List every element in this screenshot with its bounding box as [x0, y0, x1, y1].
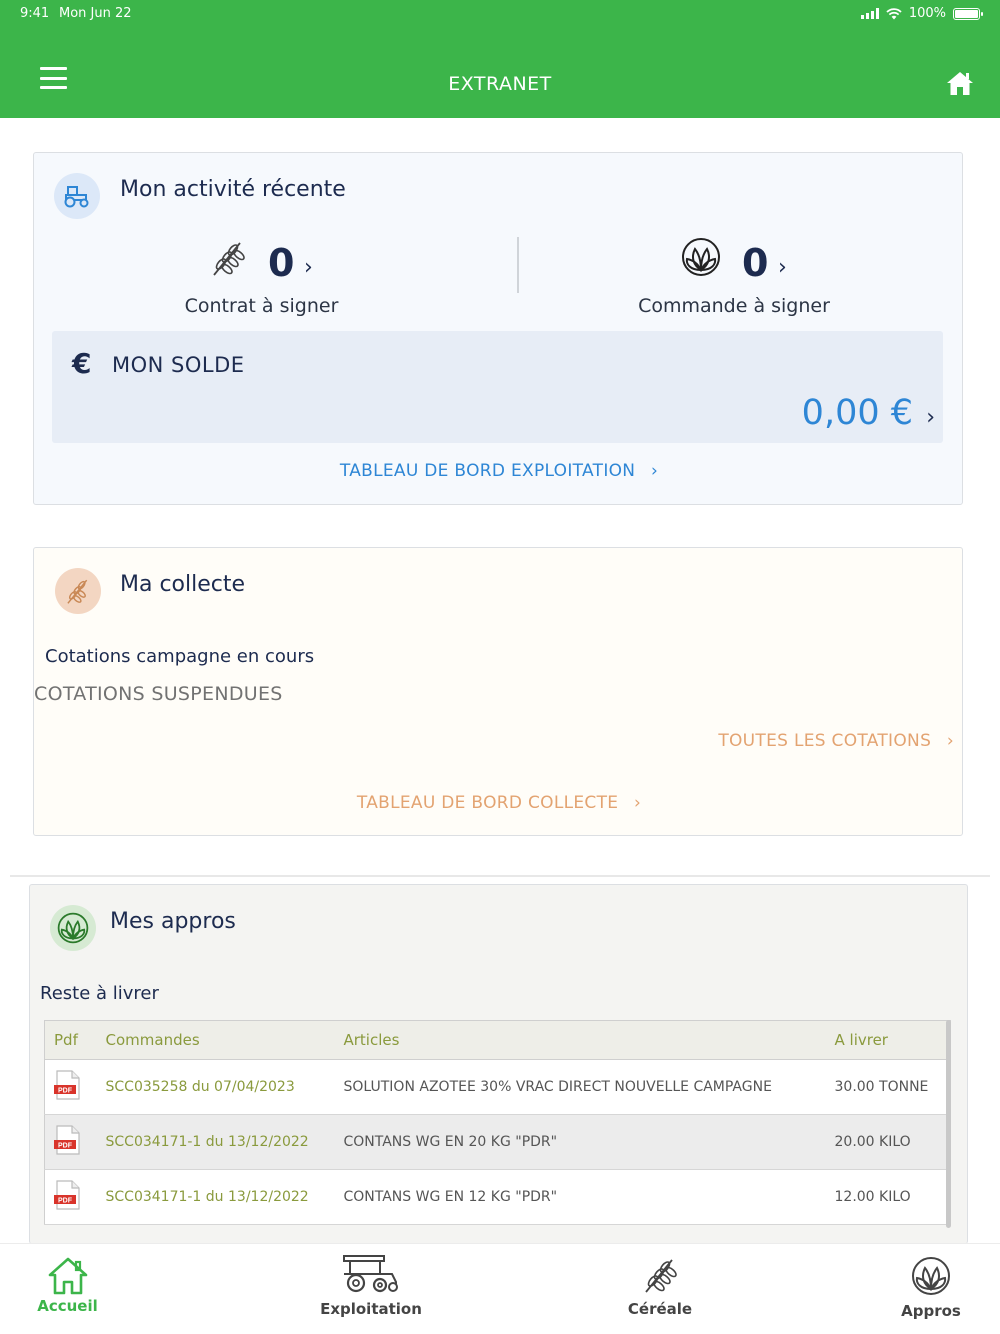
leaf-circle-icon	[912, 1257, 950, 1295]
column-header-articles: Articles	[334, 1020, 826, 1060]
chevron-right-icon: ›	[304, 255, 313, 280]
menu-icon	[40, 67, 67, 70]
chevron-right-icon: ›	[946, 731, 954, 751]
contract-count: 0	[268, 241, 295, 285]
activity-title: Mon activité récente	[120, 177, 346, 202]
table-row[interactable]: PDF SCC034171-1 du 13/12/2022 CONTANS WG…	[44, 1169, 951, 1225]
tractor-badge	[54, 173, 100, 219]
section-divider	[10, 875, 990, 877]
wheat-icon	[645, 1259, 677, 1293]
dashboard-collecte-link[interactable]: TABLEAU DE BORD COLLECTE ›	[34, 793, 964, 813]
svg-text:PDF: PDF	[58, 1143, 73, 1150]
bottom-nav: Accueil Exploitation Céréale Appros	[0, 1243, 1000, 1334]
order-label: Commande à signer	[638, 295, 830, 317]
commande-cell[interactable]: SCC034171-1 du 13/12/2022	[96, 1169, 335, 1225]
wheat-icon	[213, 242, 245, 276]
status-date: Mon Jun 22	[59, 6, 132, 21]
chevron-right-icon: ›	[778, 255, 787, 280]
article-cell: CONTANS WG EN 12 KG "PDR"	[334, 1169, 826, 1225]
signal-icon	[860, 8, 879, 19]
wheat-badge	[55, 568, 101, 614]
nav-appros[interactable]: Appros	[898, 1256, 964, 1320]
collecte-title: Ma collecte	[120, 572, 246, 597]
euro-icon: €	[72, 347, 92, 380]
table-scrollbar[interactable]	[946, 1020, 951, 1228]
cotations-status: COTATIONS SUSPENDUES	[34, 683, 283, 705]
activity-card: Mon activité récente 0 › Contrat à signe…	[33, 152, 963, 505]
column-header-a-livrer: A livrer	[825, 1020, 951, 1060]
dashboard-exploitation-label: TABLEAU DE BORD EXPLOITATION	[339, 461, 636, 481]
contract-label: Contrat à signer	[184, 295, 339, 317]
order-counter[interactable]: 0 ›	[679, 235, 809, 295]
pdf-icon[interactable]: PDF	[54, 1180, 80, 1210]
order-count: 0	[742, 241, 769, 285]
column-header-commandes: Commandes	[96, 1020, 335, 1060]
article-cell: CONTANS WG EN 20 KG "PDR"	[334, 1114, 826, 1170]
battery-percent: 100%	[908, 6, 946, 21]
tractor-icon	[343, 1255, 398, 1293]
table-row[interactable]: PDF SCC035258 du 07/04/2023 SOLUTION AZO…	[44, 1059, 951, 1115]
nav-accueil-label: Accueil	[37, 1297, 98, 1315]
nav-appros-label: Appros	[901, 1302, 961, 1320]
counter-divider	[517, 237, 519, 293]
pdf-icon[interactable]: PDF	[54, 1125, 80, 1155]
leaf-badge	[50, 905, 96, 951]
tractor-icon	[64, 186, 89, 208]
chevron-right-icon: ›	[926, 405, 935, 430]
home-button[interactable]	[946, 70, 974, 96]
column-header-pdf: Pdf	[44, 1020, 97, 1060]
collecte-card: Ma collecte Cotations campagne en cours …	[33, 547, 963, 836]
nav-exploitation[interactable]: Exploitation	[318, 1254, 424, 1318]
article-cell: SOLUTION AZOTEE 30% VRAC DIRECT NOUVELLE…	[334, 1059, 826, 1115]
top-bar: 9:41 Mon Jun 22 100% EXTRANET	[0, 0, 1000, 118]
nav-cereale-label: Céréale	[627, 1300, 693, 1318]
table-row[interactable]: PDF SCC034171-1 du 13/12/2022 CONTANS WG…	[44, 1114, 951, 1170]
solde-panel[interactable]: € MON SOLDE 0,00 € ›	[52, 331, 943, 443]
a-livrer-cell: 20.00 KILO	[825, 1114, 951, 1170]
contract-counter[interactable]: 0 ›	[204, 235, 334, 295]
solde-label: MON SOLDE	[112, 353, 245, 377]
leaf-circle-icon	[682, 238, 720, 276]
nav-accueil[interactable]: Accueil	[30, 1256, 105, 1315]
chevron-right-icon: ›	[651, 461, 659, 481]
chevron-right-icon: ›	[634, 793, 642, 813]
status-bar: 9:41 Mon Jun 22 100%	[0, 6, 1000, 24]
solde-amount: 0,00 €	[801, 393, 913, 433]
app-title: EXTRANET	[448, 73, 552, 95]
all-cotations-link[interactable]: TOUTES LES COTATIONS ›	[718, 731, 954, 751]
status-right: 100%	[860, 6, 983, 21]
nav-exploitation-label: Exploitation	[320, 1300, 422, 1318]
wifi-icon	[886, 7, 902, 19]
wheat-icon	[67, 579, 88, 604]
svg-text:PDF: PDF	[58, 1088, 73, 1095]
cotations-subtitle: Cotations campagne en cours	[45, 646, 315, 667]
all-cotations-label: TOUTES LES COTATIONS	[718, 731, 932, 751]
a-livrer-cell: 30.00 TONNE	[825, 1059, 951, 1115]
battery-icon	[953, 7, 983, 20]
appros-table: Pdf Commandes Articles A livrer PDF SCC0…	[44, 1020, 951, 1225]
commande-cell[interactable]: SCC034171-1 du 13/12/2022	[96, 1114, 335, 1170]
appros-title: Mes appros	[110, 909, 236, 934]
status-time: 9:41	[20, 6, 50, 21]
pdf-cell[interactable]: PDF	[44, 1059, 97, 1115]
table-header-row: Pdf Commandes Articles A livrer	[44, 1020, 951, 1060]
reste-a-livrer-subtitle: Reste à livrer	[40, 983, 159, 1004]
pdf-cell[interactable]: PDF	[44, 1169, 97, 1225]
pdf-cell[interactable]: PDF	[44, 1114, 97, 1170]
nav-cereale[interactable]: Céréale	[622, 1256, 698, 1318]
leaf-circle-icon	[57, 912, 89, 944]
svg-text:PDF: PDF	[58, 1198, 73, 1205]
commande-cell[interactable]: SCC035258 du 07/04/2023	[96, 1059, 335, 1115]
dashboard-collecte-label: TABLEAU DE BORD COLLECTE	[356, 793, 619, 813]
pdf-icon[interactable]: PDF	[54, 1070, 80, 1100]
appros-card: Mes appros Reste à livrer Pdf Commandes …	[29, 884, 968, 1244]
dashboard-exploitation-link[interactable]: TABLEAU DE BORD EXPLOITATION ›	[34, 461, 964, 481]
home-icon	[48, 1257, 87, 1295]
a-livrer-cell: 12.00 KILO	[825, 1169, 951, 1225]
